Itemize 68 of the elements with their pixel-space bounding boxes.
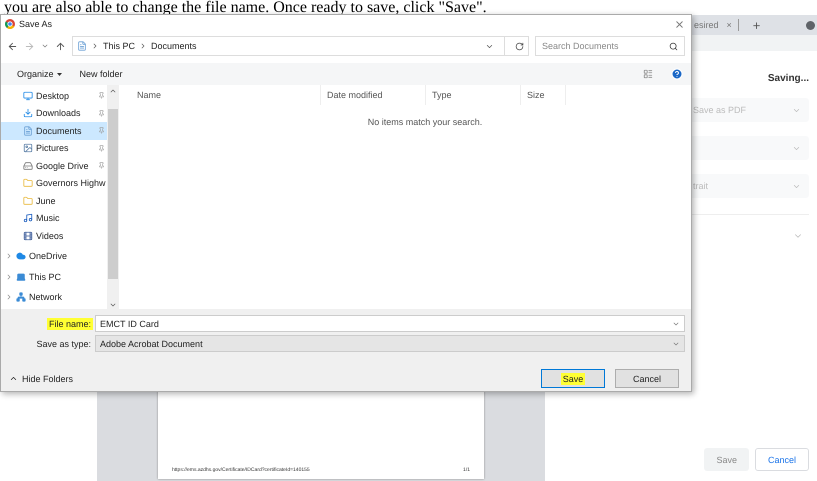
save-button[interactable]: Save xyxy=(541,369,605,388)
network-icon xyxy=(16,292,26,302)
nav-item[interactable]: Music xyxy=(1,210,107,227)
nav-item[interactable]: This PC xyxy=(1,268,107,286)
field-label: File name: xyxy=(46,318,93,330)
document-icon xyxy=(23,126,33,136)
caret-icon xyxy=(56,72,62,76)
nav-item[interactable]: Videos xyxy=(1,227,107,244)
hide-folders-button[interactable]: Hide Folders xyxy=(9,374,74,384)
path-segment[interactable]: Documents xyxy=(151,41,197,51)
file-name-field[interactable]: EMCT ID Card xyxy=(95,315,685,332)
saving-status: Saving... xyxy=(768,73,809,84)
empty-message: No items match your search. xyxy=(368,117,482,127)
folder-icon xyxy=(23,196,33,206)
cloud-icon xyxy=(16,251,26,262)
nav-item[interactable]: Desktop xyxy=(1,87,107,104)
chevron-icon xyxy=(91,42,99,50)
caret-icon xyxy=(9,374,18,383)
view-icon[interactable] xyxy=(643,69,653,79)
close-icon[interactable] xyxy=(674,18,685,30)
search-icon xyxy=(669,42,678,50)
profile-icon[interactable] xyxy=(806,20,815,30)
nav-item[interactable]: Pictures xyxy=(1,140,107,157)
search-field[interactable]: Search Documents xyxy=(535,36,685,56)
field-label: Save as type: xyxy=(35,338,92,350)
help-icon[interactable] xyxy=(671,68,683,80)
new-tab-button[interactable]: + xyxy=(752,18,760,32)
column-header[interactable]: Name xyxy=(131,85,321,105)
cancel-button[interactable]: Cancel xyxy=(615,369,679,388)
nav-item[interactable]: Network xyxy=(1,288,107,306)
expand-icon xyxy=(5,272,13,281)
column-header[interactable]: Size xyxy=(521,85,566,105)
path-segment[interactable]: This PC xyxy=(103,41,136,51)
up-icon[interactable] xyxy=(55,40,66,52)
film-icon xyxy=(23,230,33,241)
column-header[interactable]: Type xyxy=(426,85,521,105)
drive-icon xyxy=(23,160,33,171)
recent-icon[interactable] xyxy=(41,42,49,50)
address-bar[interactable]: This PC Documents xyxy=(72,36,529,56)
music-icon xyxy=(23,213,33,224)
column-header[interactable]: Date modified xyxy=(321,85,426,105)
expand-icon xyxy=(5,293,13,302)
window-title: Save As xyxy=(19,19,54,29)
laptop-icon xyxy=(16,272,26,282)
back-icon[interactable] xyxy=(7,40,18,52)
organize-button[interactable]: Organize xyxy=(17,69,62,79)
image-icon xyxy=(23,143,33,154)
file-type-select[interactable]: Adobe Acrobat Document xyxy=(95,335,685,352)
browser-tab[interactable]: esired × xyxy=(694,20,732,30)
tab-close-button[interactable]: × xyxy=(726,20,732,30)
monitor-icon xyxy=(23,90,33,101)
nav-item[interactable]: OneDrive xyxy=(1,248,107,265)
instruction-text: you are also able to change the file name. Once ready to save, click "Save". xyxy=(3,0,488,15)
scroll-down-icon[interactable] xyxy=(109,301,117,309)
document-icon xyxy=(77,41,87,51)
nav-item[interactable]: Documents xyxy=(1,122,107,140)
chrome-icon xyxy=(5,19,15,29)
download-icon xyxy=(23,108,33,118)
nav-item[interactable]: Governors Highw xyxy=(1,174,107,192)
new-folder-button[interactable]: New folder xyxy=(80,69,123,79)
nav-item[interactable]: Google Drive xyxy=(1,157,107,174)
nav-item[interactable]: June xyxy=(1,192,107,210)
refresh-icon[interactable] xyxy=(515,42,524,50)
scrollbar[interactable] xyxy=(107,85,119,309)
folder-icon xyxy=(23,178,33,188)
scroll-up-icon[interactable] xyxy=(109,87,117,95)
nav-item[interactable]: Downloads xyxy=(1,104,107,122)
expand-icon xyxy=(5,252,13,260)
